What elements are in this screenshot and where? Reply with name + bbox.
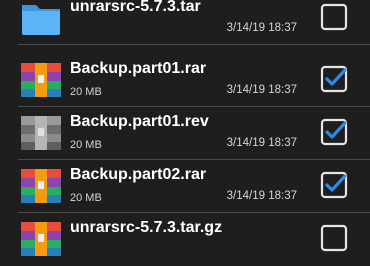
checkbox-unchecked[interactable] — [320, 224, 348, 252]
rar-archive-icon — [21, 222, 61, 256]
list-item[interactable]: Backup.part01.rar 20 MB 3/14/19 18:37 — [0, 54, 370, 107]
file-size: 20 MB — [70, 192, 102, 204]
divider — [18, 44, 370, 45]
file-size: 20 MB — [70, 86, 102, 98]
file-date: 3/14/19 18:37 — [226, 22, 297, 34]
file-name: unrarsrc-5.7.3.tar — [70, 0, 201, 15]
file-date: 3/14/19 18:37 — [226, 84, 297, 96]
checkbox-checked[interactable] — [320, 171, 348, 199]
file-date: 3/14/19 18:37 — [226, 190, 297, 202]
folder-icon — [22, 5, 60, 35]
file-name: Backup.part01.rev — [70, 113, 209, 130]
file-name: Backup.part01.rar — [70, 60, 207, 77]
file-name: Backup.part02.rar — [70, 166, 207, 183]
file-name: unrarsrc-5.7.3.tar.gz — [70, 219, 223, 236]
checkbox-checked[interactable] — [320, 118, 348, 146]
rar-archive-icon — [21, 63, 61, 97]
list-item[interactable]: Backup.part01.rev 20 MB 3/14/19 18:37 — [0, 107, 370, 160]
rar-archive-icon — [21, 169, 61, 203]
rev-archive-icon — [21, 116, 61, 150]
file-size: 20 MB — [70, 139, 102, 151]
checkbox-checked[interactable] — [320, 65, 348, 93]
list-item[interactable]: unrarsrc-5.7.3.tar.gz — [0, 213, 370, 266]
checkbox-unchecked[interactable] — [320, 3, 348, 31]
list-item[interactable]: unrarsrc-5.7.3.tar 3/14/19 18:37 — [0, 0, 370, 45]
list-item[interactable]: Backup.part02.rar 20 MB 3/14/19 18:37 — [0, 160, 370, 213]
file-date: 3/14/19 18:37 — [226, 137, 297, 149]
